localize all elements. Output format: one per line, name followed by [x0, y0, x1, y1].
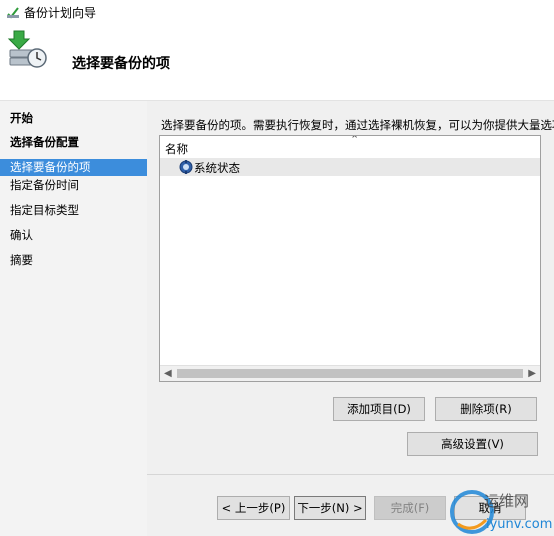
nav-step-specify-time[interactable]: 指定备份时间 [0, 177, 147, 194]
previous-button[interactable]: < 上一步(P) [217, 496, 290, 520]
nav-step-select-items[interactable]: 选择要备份的项 [0, 159, 147, 176]
backup-server-icon [7, 30, 47, 68]
scroll-left-icon[interactable]: ◀ [164, 368, 172, 379]
svg-text:iyunv.com: iyunv.com [486, 517, 552, 532]
nav-step-confirm[interactable]: 确认 [0, 227, 147, 244]
system-state-icon [179, 160, 193, 174]
nav-step-select-config[interactable]: 选择备份配置 [0, 134, 147, 151]
column-header-name: 名称 [165, 142, 188, 156]
nav-step-start[interactable]: 开始 [0, 110, 147, 127]
add-items-button[interactable]: 添加项目(D) [333, 397, 425, 421]
wizard-steps-nav: 开始 选择备份配置 选择要备份的项 指定备份时间 指定目标类型 确认 摘要 [0, 101, 147, 536]
column-header[interactable]: ⌃ 名称 [160, 136, 540, 158]
watermark-logo: 运维网 iyunv.com [450, 490, 552, 534]
remove-items-button[interactable]: 删除项(R) [435, 397, 537, 421]
nav-step-summary[interactable]: 摘要 [0, 252, 147, 269]
title-bar: 备份计划向导 [0, 0, 554, 24]
description-text: 选择要备份的项。需要执行恢复时，通过选择裸机恢复，可以为你提供大量选项。 [161, 118, 554, 132]
horizontal-scrollbar[interactable]: ◀ ▶ [160, 365, 540, 381]
scrollbar-thumb[interactable] [177, 369, 523, 378]
items-list[interactable]: ⌃ 名称 系统状态 ◀ ▶ [159, 135, 541, 382]
window-title: 备份计划向导 [24, 6, 97, 20]
svg-text:运维网: 运维网 [484, 492, 529, 510]
scroll-right-icon[interactable]: ▶ [528, 368, 536, 379]
page-title: 选择要备份的项 [72, 56, 170, 72]
nav-step-destination-type[interactable]: 指定目标类型 [0, 202, 147, 219]
next-button[interactable]: 下一步(N) > [294, 496, 366, 520]
wizard-header: 选择要备份的项 [0, 24, 554, 101]
finish-button: 完成(F) [374, 496, 446, 520]
list-item-label: 系统状态 [194, 161, 240, 175]
advanced-settings-button[interactable]: 高级设置(V) [407, 432, 538, 456]
list-item[interactable]: 系统状态 [160, 158, 540, 176]
footer-divider [147, 474, 554, 475]
sort-ascending-icon: ⌃ [350, 135, 360, 146]
backup-wizard-icon [7, 7, 19, 19]
